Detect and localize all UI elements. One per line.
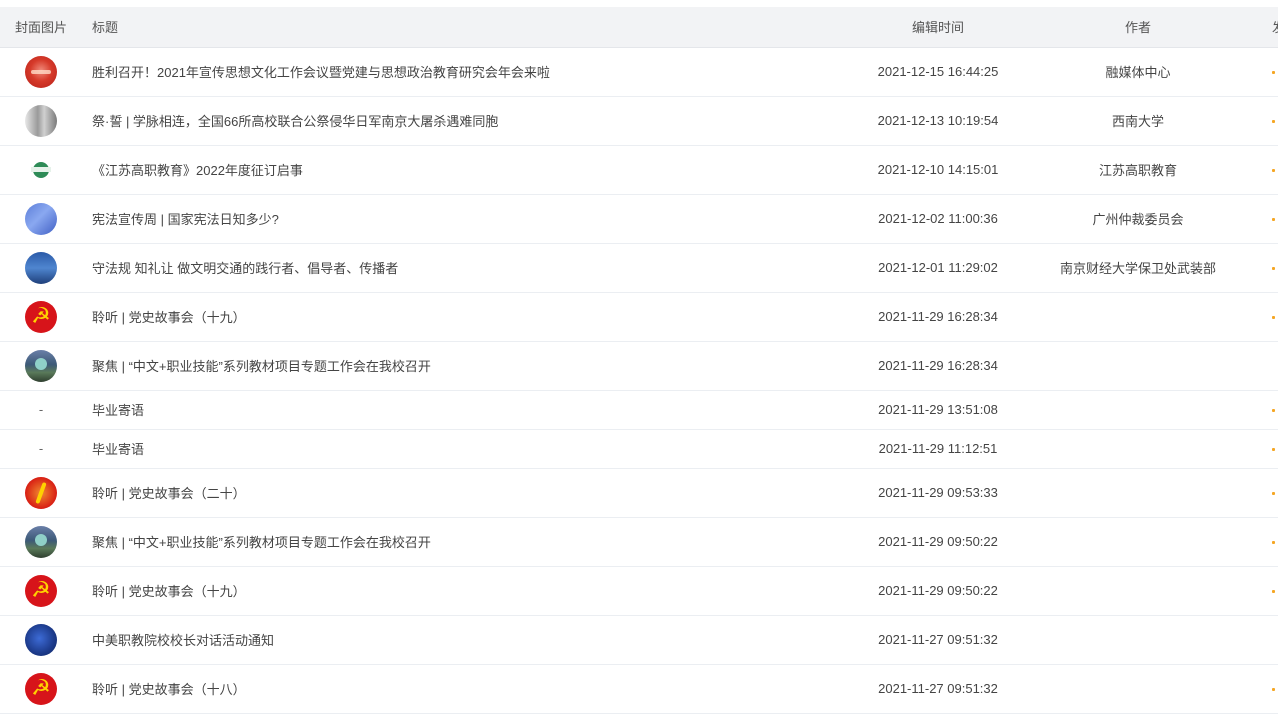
publish-status-marker	[1272, 316, 1275, 320]
cover-thumbnail[interactable]	[25, 574, 57, 607]
article-title[interactable]: 《江苏高职教育》2022年度征订启事	[82, 145, 822, 194]
table-row[interactable]: - 毕业寄语 2021-11-29 11:12:51	[0, 429, 1278, 468]
author	[1054, 292, 1222, 341]
table-row[interactable]: 聚焦 | “中文+职业技能”系列教材项目专题工作会在我校召开 2021-11-2…	[0, 341, 1278, 390]
author	[1054, 566, 1222, 615]
cover-thumbnail[interactable]	[25, 153, 57, 186]
article-title[interactable]: 聆听 | 党史故事会（十九）	[82, 566, 822, 615]
edit-time: 2021-11-29 09:53:33	[878, 485, 998, 500]
cover-thumbnail[interactable]	[25, 476, 57, 509]
column-header-publish: 发	[1222, 7, 1278, 48]
cover-thumbnail[interactable]	[25, 349, 57, 382]
table-row[interactable]: 聆听 | 党史故事会（十八） 2021-11-27 09:51:32	[0, 664, 1278, 713]
table-row[interactable]: - 毕业寄语 2021-11-29 13:51:08	[0, 390, 1278, 429]
column-header-title: 标题	[82, 7, 822, 48]
author: 西南大学	[1111, 114, 1164, 129]
table-row[interactable]: 胜利召开！2021年宣传思想文化工作会议暨党建与思想政治教育研究会年会来啦 20…	[0, 47, 1278, 96]
articles-table: 封面图片 标题 编辑时间 作者 发 胜利召开！2021年宣传思想文化工作会议暨党…	[0, 7, 1278, 714]
edit-time: 2021-12-02 11:00:36	[878, 211, 998, 226]
article-title[interactable]: 聆听 | 党史故事会（二十）	[82, 468, 822, 517]
article-title[interactable]: 聚焦 | “中文+职业技能”系列教材项目专题工作会在我校召开	[82, 341, 822, 390]
table-row[interactable]: 守法规 知礼让 做文明交通的践行者、倡导者、传播者 2021-12-01 11:…	[0, 243, 1278, 292]
author	[1054, 390, 1222, 429]
table-row[interactable]: 聚焦 | “中文+职业技能”系列教材项目专题工作会在我校召开 2021-11-2…	[0, 517, 1278, 566]
publish-status-marker	[1272, 688, 1275, 692]
table-row[interactable]: 宪法宣传周 | 国家宪法日知多少? 2021-12-02 11:00:36 广州…	[0, 194, 1278, 243]
table-header: 封面图片 标题 编辑时间 作者 发	[0, 7, 1278, 48]
publish-status-marker	[1272, 218, 1275, 222]
author	[1054, 429, 1222, 468]
author	[1054, 468, 1222, 517]
article-title[interactable]: 聆听 | 党史故事会（十九）	[82, 292, 822, 341]
table-row[interactable]: 《江苏高职教育》2022年度征订启事 2021-12-10 14:15:01 江…	[0, 145, 1278, 194]
edit-time: 2021-11-29 16:28:34	[878, 309, 998, 324]
author: 南京财经大学保卫处武装部	[1059, 261, 1216, 276]
edit-time: 2021-11-29 09:50:22	[878, 583, 998, 598]
edit-time: 2021-11-27 09:51:32	[878, 681, 998, 696]
author: 融媒体中心	[1105, 65, 1171, 80]
column-header-edit-time[interactable]: 编辑时间	[822, 7, 1054, 48]
author	[1054, 615, 1222, 664]
edit-time: 2021-11-29 09:50:22	[878, 534, 998, 549]
publish-status-marker	[1272, 448, 1275, 452]
cover-placeholder: -	[38, 441, 44, 456]
cover-thumbnail[interactable]	[25, 55, 57, 88]
article-title[interactable]: 守法规 知礼让 做文明交通的践行者、倡导者、传播者	[82, 243, 822, 292]
article-title[interactable]: 祭·誓 | 学脉相连，全国66所高校联合公祭侵华日军南京大屠杀遇难同胞	[82, 96, 822, 145]
article-title[interactable]: 宪法宣传周 | 国家宪法日知多少?	[82, 194, 822, 243]
cover-thumbnail[interactable]	[25, 672, 57, 705]
publish-status-marker	[1272, 492, 1275, 496]
edit-time: 2021-11-29 13:51:08	[878, 402, 998, 417]
edit-time: 2021-11-29 11:12:51	[878, 441, 998, 456]
column-header-author: 作者	[1054, 7, 1222, 48]
edit-time: 2021-12-13 10:19:54	[877, 113, 999, 128]
cover-thumbnail[interactable]	[25, 202, 57, 235]
cover-thumbnail[interactable]	[25, 525, 57, 558]
author	[1054, 341, 1222, 390]
author	[1054, 664, 1222, 713]
cover-thumbnail[interactable]	[25, 300, 57, 333]
cover-placeholder: -	[38, 402, 44, 417]
edit-time: 2021-11-29 16:28:34	[878, 358, 998, 373]
edit-time: 2021-12-15 16:44:25	[877, 64, 999, 79]
article-title[interactable]: 毕业寄语	[82, 429, 822, 468]
edit-time: 2021-11-27 09:51:32	[878, 632, 998, 647]
author: 广州仲裁委员会	[1092, 212, 1184, 227]
table-row[interactable]: 祭·誓 | 学脉相连，全国66所高校联合公祭侵华日军南京大屠杀遇难同胞 2021…	[0, 96, 1278, 145]
author: 江苏高职教育	[1098, 163, 1177, 178]
table-row[interactable]: 聆听 | 党史故事会（二十） 2021-11-29 09:53:33	[0, 468, 1278, 517]
publish-status-marker	[1272, 120, 1275, 124]
edit-time: 2021-12-01 11:29:02	[878, 260, 998, 275]
table-row[interactable]: 聆听 | 党史故事会（十九） 2021-11-29 09:50:22	[0, 566, 1278, 615]
table-row[interactable]: 聆听 | 党史故事会（十九） 2021-11-29 16:28:34	[0, 292, 1278, 341]
article-title[interactable]: 聆听 | 党史故事会（十八）	[82, 664, 822, 713]
article-title[interactable]: 聚焦 | “中文+职业技能”系列教材项目专题工作会在我校召开	[82, 517, 822, 566]
cover-thumbnail[interactable]	[25, 251, 57, 284]
column-header-cover: 封面图片	[0, 7, 82, 48]
publish-status-marker	[1272, 71, 1275, 75]
article-title[interactable]: 中美职教院校校长对话活动通知	[82, 615, 822, 664]
article-title[interactable]: 毕业寄语	[82, 390, 822, 429]
publish-status-marker	[1272, 267, 1275, 271]
publish-status-marker	[1272, 541, 1275, 545]
publish-status-marker	[1272, 409, 1275, 413]
edit-time: 2021-12-10 14:15:01	[877, 162, 999, 177]
publish-status-marker	[1272, 169, 1275, 173]
author	[1054, 517, 1222, 566]
cover-thumbnail[interactable]	[25, 104, 57, 137]
table-row[interactable]: 中美职教院校校长对话活动通知 2021-11-27 09:51:32	[0, 615, 1278, 664]
publish-status-marker	[1272, 590, 1275, 594]
top-strip	[0, 0, 1278, 7]
article-title[interactable]: 胜利召开！2021年宣传思想文化工作会议暨党建与思想政治教育研究会年会来啦	[82, 47, 822, 96]
cover-thumbnail[interactable]	[25, 623, 57, 656]
